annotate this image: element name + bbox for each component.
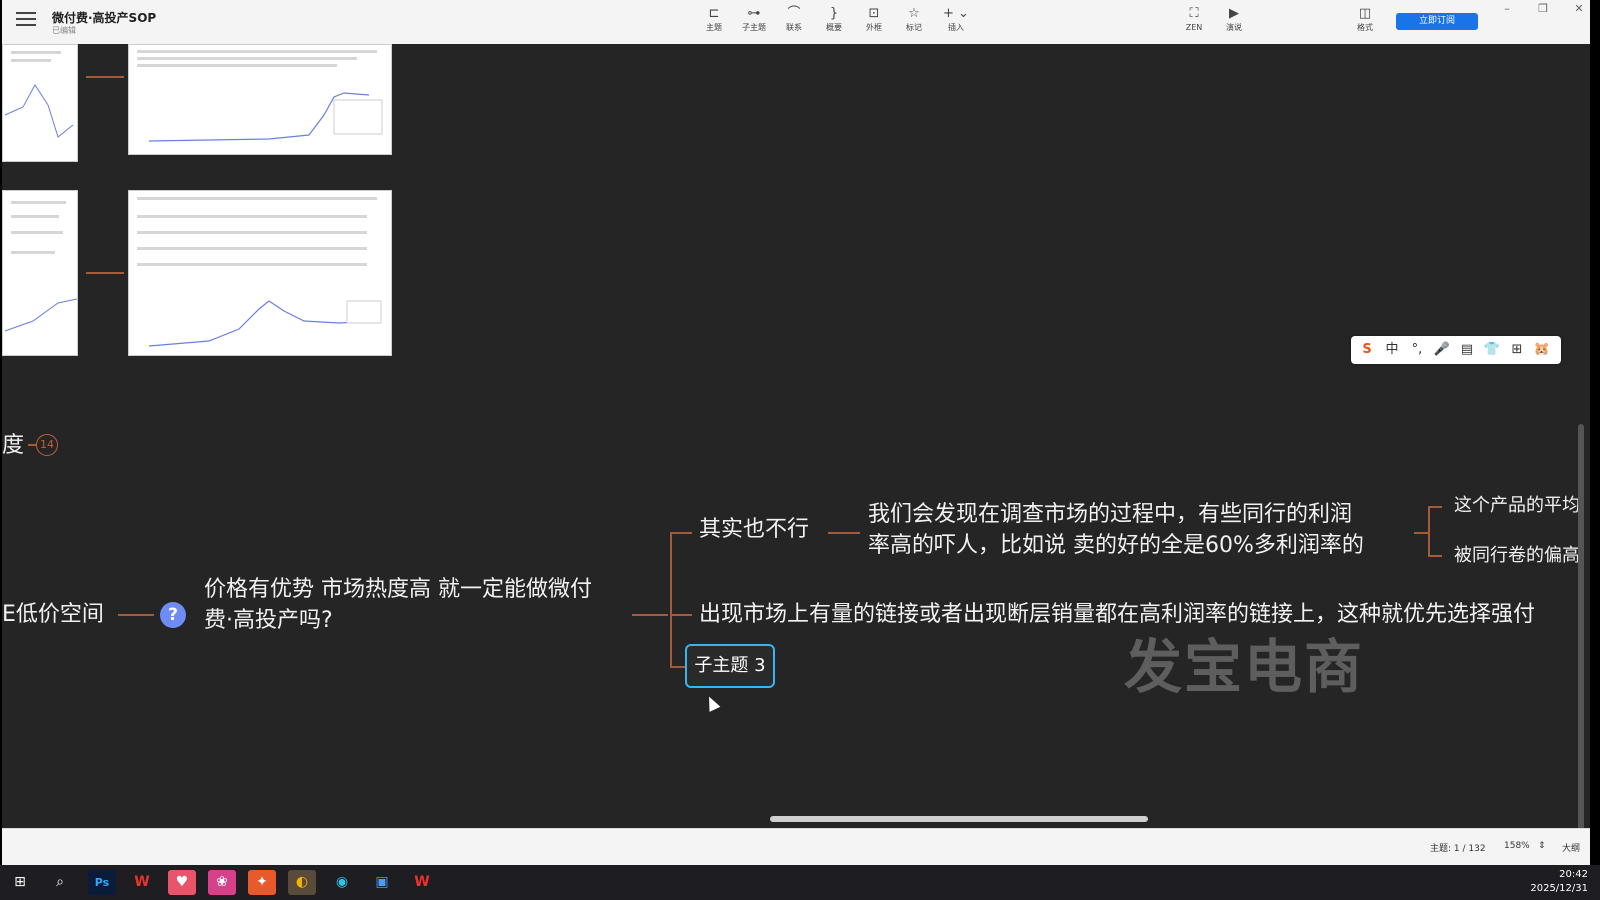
- app-orange-icon[interactable]: ✦: [248, 870, 276, 895]
- branch-node-high-volume[interactable]: 出现市场上有量的链接或者出现断层销量都在高利润率的链接上，这种就优先选择强付: [699, 599, 1535, 630]
- mascot-icon[interactable]: 🐹: [1532, 340, 1552, 360]
- zen-icon: ⛶: [1189, 6, 1199, 21]
- mini-line-chart: [4, 298, 77, 332]
- leaf-node-average[interactable]: 这个产品的平均: [1454, 490, 1580, 521]
- clock-date: 2025/12/31: [1530, 883, 1588, 894]
- zoom-level[interactable]: 158%: [1504, 841, 1530, 851]
- subscribe-button[interactable]: 立即订阅: [1396, 13, 1478, 30]
- relationship-icon: ⌒: [787, 6, 801, 21]
- skin-icon[interactable]: 👕: [1482, 340, 1502, 360]
- zoom-stepper-icon[interactable]: ⇕: [1538, 841, 1546, 851]
- close-icon[interactable]: ✕: [1569, 2, 1589, 18]
- system-clock[interactable]: 20:42 2025/12/31: [1530, 868, 1588, 896]
- topic-count: 主题: 1 / 132: [1430, 844, 1486, 854]
- image-node-thumbnail[interactable]: [2, 44, 78, 162]
- connector-line: [632, 614, 668, 616]
- format-panel-icon: ◫: [1358, 6, 1372, 21]
- tool-boundary[interactable]: ⊡ 外框: [856, 6, 892, 34]
- connector-line: [670, 532, 672, 668]
- question-topic-node[interactable]: 价格有优势 市场热度高 就一定能做微付 费·高投产吗?: [204, 574, 592, 636]
- outline-button[interactable]: 大纲: [1562, 841, 1580, 854]
- connector-line: [28, 444, 36, 446]
- app-window: 微付费·高投产SOP 已编辑 ⊏ 主题 ⊶ 子主题 ⌒ 联系 } 概要 ⊡ 外框…: [2, 0, 1590, 865]
- mini-line-chart: [4, 84, 74, 138]
- app-yellow-icon[interactable]: ◐: [288, 870, 316, 895]
- question-marker-icon[interactable]: ?: [160, 602, 186, 628]
- tool-format[interactable]: ◫ 格式: [1347, 6, 1383, 34]
- vertical-scrollbar[interactable]: [1578, 424, 1584, 828]
- windows-start-icon[interactable]: ⊞: [6, 870, 34, 895]
- image-node-thumbnail[interactable]: [128, 190, 392, 356]
- connector-line: [670, 614, 692, 616]
- maximize-icon[interactable]: ❐: [1533, 2, 1553, 18]
- photoshop-icon[interactable]: Ps: [88, 870, 116, 895]
- connector-line: [828, 532, 860, 534]
- boundary-icon: ⊡: [868, 6, 880, 21]
- ime-toolbar: S 中 °, 🎤 ▤ 👕 ⊞ 🐹: [1351, 336, 1561, 364]
- ime-punctuation-button[interactable]: °,: [1407, 340, 1427, 360]
- subtopic-3-node[interactable]: 子主题 3: [685, 644, 775, 688]
- grid-menu-icon[interactable]: ⊞: [1507, 340, 1527, 360]
- app-pink-icon[interactable]: ❀: [208, 870, 236, 895]
- edge-browser-icon[interactable]: ◉: [328, 870, 356, 895]
- hamburger-menu-icon[interactable]: [16, 12, 36, 30]
- top-toolbar: 微付费·高投产SOP 已编辑 ⊏ 主题 ⊶ 子主题 ⌒ 联系 } 概要 ⊡ 外框…: [2, 0, 1590, 45]
- insert-icon: + ⌄: [943, 6, 969, 21]
- taskbar: ⊞ ⌕ Ps W ♥ ❀ ✦ ◐ ◉ ▣ W 20:42 2025/12/31: [0, 865, 1600, 900]
- wps-icon[interactable]: W: [408, 870, 436, 895]
- document-status: 已编辑: [52, 26, 76, 35]
- connector-line: [86, 76, 124, 78]
- horizontal-scrollbar[interactable]: [770, 816, 1148, 822]
- partial-topic-node[interactable]: 度: [2, 430, 24, 461]
- sogou-logo-icon[interactable]: S: [1357, 340, 1377, 360]
- status-bar: 主题: 1 / 132 158% ⇕ 大纲: [2, 828, 1590, 865]
- tool-subtopic[interactable]: ⊶ 子主题: [736, 6, 772, 34]
- ime-chinese-mode-button[interactable]: 中: [1382, 340, 1402, 360]
- tool-insert[interactable]: + ⌄ 插入: [938, 6, 974, 34]
- image-node-thumbnail[interactable]: [128, 44, 392, 155]
- tool-pitch[interactable]: ▶ 演说: [1216, 6, 1252, 34]
- search-icon[interactable]: ⌕: [46, 870, 74, 895]
- mindmap-canvas[interactable]: 度 14 E低价空间 ? 价格有优势 市场热度高 就一定能做微付 费·高投产吗?…: [2, 44, 1590, 828]
- price-space-node[interactable]: E低价空间: [2, 599, 104, 630]
- connector-line: [1414, 532, 1428, 534]
- connector-line: [670, 532, 692, 534]
- tool-topic[interactable]: ⊏ 主题: [696, 6, 732, 34]
- connector-line: [670, 666, 686, 668]
- topic-icon: ⊏: [708, 6, 720, 21]
- mini-line-chart: [148, 92, 383, 142]
- document-title[interactable]: 微付费·高投产SOP: [52, 9, 156, 26]
- marker-icon: ☆: [908, 6, 920, 21]
- keyboard-icon[interactable]: ▤: [1457, 340, 1477, 360]
- tool-marker[interactable]: ☆ 标记: [896, 6, 932, 34]
- minimize-icon[interactable]: –: [1497, 2, 1517, 18]
- summary-icon: }: [829, 6, 839, 21]
- tool-relationship[interactable]: ⌒ 联系: [776, 6, 812, 34]
- clock-time: 20:42: [1559, 869, 1588, 880]
- mouse-cursor-icon: [703, 694, 721, 712]
- connector-line: [1428, 555, 1442, 557]
- detail-node-profit-rate[interactable]: 我们会发现在调查市场的过程中，有些同行的利润 率高的吓人，比如说 卖的好的全是6…: [868, 499, 1364, 561]
- app-blue-icon[interactable]: ▣: [368, 870, 396, 895]
- watermark-text: 发宝电商: [1124, 633, 1365, 701]
- connector-line: [1428, 506, 1430, 556]
- app-heart-icon[interactable]: ♥: [168, 870, 196, 895]
- image-node-thumbnail[interactable]: [2, 190, 78, 356]
- pitch-icon: ▶: [1229, 6, 1239, 21]
- leaf-node-competition[interactable]: 被同行卷的偏高: [1454, 540, 1580, 571]
- collapsed-count-badge[interactable]: 14: [36, 434, 58, 456]
- connector-line: [118, 614, 154, 616]
- tool-summary[interactable]: } 概要: [816, 6, 852, 34]
- wps-icon[interactable]: W: [128, 870, 156, 895]
- subtopic-icon: ⊶: [747, 6, 761, 21]
- branch-node-not-work[interactable]: 其实也不行: [699, 514, 809, 545]
- mini-line-chart: [148, 300, 382, 347]
- tool-zen[interactable]: ⛶ ZEN: [1176, 6, 1212, 34]
- connector-line: [1428, 506, 1442, 508]
- connector-line: [86, 272, 124, 274]
- microphone-icon[interactable]: 🎤: [1432, 340, 1452, 360]
